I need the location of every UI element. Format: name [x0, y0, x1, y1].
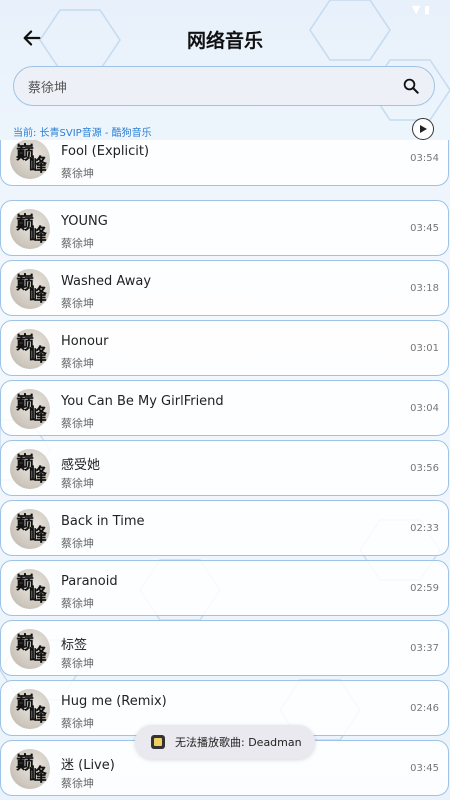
album-cover: 巅峰 [10, 389, 50, 429]
header: 网络音乐 [0, 20, 450, 60]
song-title: 迷 (Live) [61, 758, 115, 773]
song-item[interactable]: 巅峰 Honour 蔡徐坤 03:01 [0, 320, 449, 376]
song-item[interactable]: 巅峰 Fool (Explicit) 蔡徐坤 03:54 [0, 140, 449, 186]
song-artist: 蔡徐坤 [61, 417, 94, 430]
song-duration: 03:01 [410, 343, 439, 354]
song-duration: 03:37 [410, 643, 439, 654]
song-artist: 蔡徐坤 [61, 657, 94, 670]
status-icons: ▼ ▮ [411, 3, 430, 16]
song-artist: 蔡徐坤 [61, 357, 94, 370]
song-title: Fool (Explicit) [61, 144, 150, 159]
back-button[interactable] [18, 24, 46, 52]
song-artist: 蔡徐坤 [61, 477, 94, 490]
song-title: 标签 [61, 638, 88, 653]
song-item[interactable]: 巅峰 YOUNG 蔡徐坤 03:45 [0, 200, 449, 256]
song-duration: 03:45 [410, 763, 439, 774]
song-item[interactable]: 巅峰 感受她 蔡徐坤 03:56 [0, 440, 449, 496]
song-duration: 03:56 [410, 463, 439, 474]
song-artist: 蔡徐坤 [61, 717, 94, 730]
song-duration: 03:18 [410, 283, 439, 294]
song-duration: 03:04 [410, 403, 439, 414]
album-cover: 巅峰 [10, 140, 50, 179]
song-title: Honour [61, 334, 109, 349]
album-cover: 巅峰 [10, 749, 50, 789]
app-icon [151, 735, 165, 749]
song-title: Back in Time [61, 514, 145, 529]
song-artist: 蔡徐坤 [61, 777, 94, 790]
song-item[interactable]: 巅峰 标签 蔡徐坤 03:37 [0, 620, 449, 676]
song-title: Washed Away [61, 274, 152, 289]
song-title: You Can Be My GirlFriend [61, 394, 224, 409]
album-cover: 巅峰 [10, 209, 50, 249]
song-duration: 03:54 [410, 153, 439, 164]
song-title: Hug me (Remix) [61, 694, 167, 709]
album-cover: 巅峰 [10, 509, 50, 549]
album-cover: 巅峰 [10, 689, 50, 729]
song-duration: 02:46 [410, 703, 439, 714]
toast-message: 无法播放歌曲: Deadman [135, 725, 315, 759]
song-item[interactable]: 巅峰 Paranoid 蔡徐坤 02:59 [0, 560, 449, 616]
play-circle-icon [420, 125, 427, 133]
song-duration: 02:59 [410, 583, 439, 594]
search-icon [403, 78, 419, 94]
song-artist: 蔡徐坤 [61, 297, 94, 310]
album-cover: 巅峰 [10, 569, 50, 609]
arrow-left-icon [23, 30, 41, 46]
play-all-button[interactable] [412, 118, 434, 140]
song-title: YOUNG [61, 214, 108, 229]
song-artist: 蔡徐坤 [61, 237, 94, 250]
song-artist: 蔡徐坤 [61, 537, 94, 550]
song-item[interactable]: 巅峰 You Can Be My GirlFriend 蔡徐坤 03:04 [0, 380, 449, 436]
song-item[interactable]: 巅峰 Back in Time 蔡徐坤 02:33 [0, 500, 449, 556]
search-input[interactable] [26, 77, 398, 95]
toast-text: 无法播放歌曲: Deadman [175, 736, 302, 749]
song-title: Paranoid [61, 574, 118, 589]
album-cover: 巅峰 [10, 269, 50, 309]
search-bar [13, 66, 435, 106]
album-cover: 巅峰 [10, 329, 50, 369]
song-item[interactable]: 巅峰 Washed Away 蔡徐坤 03:18 [0, 260, 449, 316]
album-cover: 巅峰 [10, 449, 50, 489]
song-artist: 蔡徐坤 [61, 597, 94, 610]
album-cover: 巅峰 [10, 629, 50, 669]
song-artist: 蔡徐坤 [61, 167, 94, 180]
song-list: 巅峰 Fool (Explicit) 蔡徐坤 03:54 巅峰 YOUNG 蔡徐… [0, 140, 450, 800]
song-title: 感受她 [61, 458, 101, 473]
page-title: 网络音乐 [186, 30, 263, 52]
search-button[interactable] [398, 73, 424, 99]
song-duration: 03:45 [410, 223, 439, 234]
song-duration: 02:33 [410, 523, 439, 534]
current-source-label: 当前: 长青SVIP音源 - 酷狗音乐 [13, 128, 152, 139]
